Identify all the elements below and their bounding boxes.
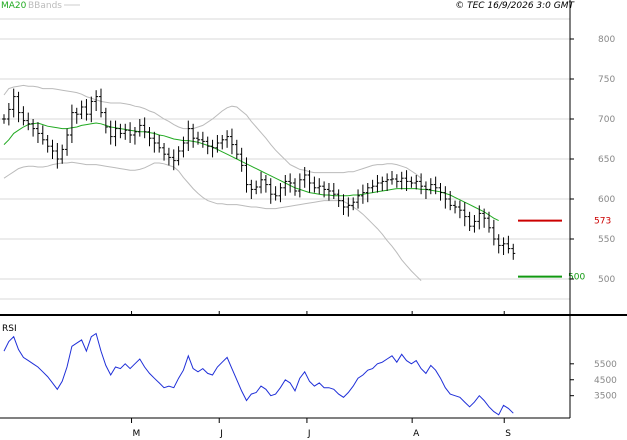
stock-chart: 573 500 800 750 700 650 600 550 500 M J J A S 5500 450… [0,0,627,440]
price-tick-label: 600 [598,195,615,205]
price-tick-label: 700 [598,115,615,125]
price-tick-label: 650 [598,155,615,165]
support-label: 500 [568,273,585,283]
legend-ma: MA20 [1,1,27,11]
price-tick-label: 800 [598,35,615,45]
x-tick-label: J [307,429,311,439]
price-tick-label: 550 [598,235,615,245]
x-tick-label: S [505,429,511,439]
x-tick-label: A [413,429,420,439]
chart-root: 573 500 800 750 700 650 600 550 500 M J J A S 5500 450… [0,0,627,440]
copyright-text: © TEC 16/9/2026 3:0 GMT [455,1,575,11]
x-tick-label: M [133,429,141,439]
x-tick-label: J [219,429,223,439]
rsi-tick-label: 3500 [594,392,617,402]
rsi-title: RSI [2,324,17,334]
price-tick-label: 500 [598,275,615,285]
price-tick-label: 750 [598,75,615,85]
rsi-tick-label: 5500 [594,360,617,370]
legend-bbands: BBands [28,1,62,11]
rsi-tick-label: 4500 [594,376,617,386]
resistance-label: 573 [594,217,611,227]
